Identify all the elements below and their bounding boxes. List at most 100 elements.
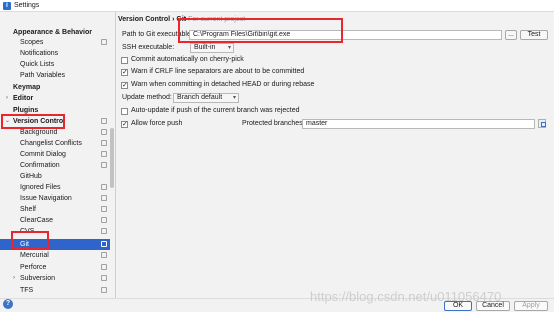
project-scope-icon bbox=[101, 140, 107, 146]
breadcrumb-scope: For current project bbox=[188, 16, 246, 23]
tree-item-confirmation[interactable]: Confirmation bbox=[0, 160, 110, 171]
tree-item-path-variables[interactable]: Path Variables bbox=[0, 70, 110, 81]
chevron-right-icon[interactable]: › bbox=[6, 93, 8, 104]
tree-item-version-control[interactable]: ⌄ Version Control bbox=[0, 116, 110, 127]
tree-item-label: TFS bbox=[20, 287, 34, 294]
tree-item-label: Notifications bbox=[20, 50, 59, 57]
tree-item-git[interactable]: Git bbox=[0, 239, 110, 250]
tree-item-label: Mercurial bbox=[20, 252, 49, 259]
test-button[interactable]: Test bbox=[520, 30, 548, 40]
tree-item-background[interactable]: Background bbox=[0, 127, 110, 138]
auto-update-label: Auto-update if push of the current branc… bbox=[131, 107, 300, 114]
tree-item-label: Confirmation bbox=[20, 162, 60, 169]
project-scope-icon bbox=[101, 275, 107, 281]
tree-item-editor[interactable]: › Editor bbox=[0, 93, 110, 104]
tree-item-perforce[interactable]: Perforce bbox=[0, 262, 110, 273]
tree-item-label: Keymap bbox=[13, 84, 41, 91]
tree-item-label: Background bbox=[20, 129, 58, 136]
title-bar: I Settings bbox=[0, 0, 554, 12]
project-scope-icon bbox=[101, 39, 107, 45]
tree-item-label: Issue Navigation bbox=[20, 195, 72, 202]
chevron-down-icon: ▾ bbox=[227, 45, 231, 51]
project-scope-icon bbox=[101, 217, 107, 223]
ssh-executable-select[interactable]: Built-in ▾ bbox=[190, 43, 234, 53]
warn-detached-head-checkbox[interactable] bbox=[121, 81, 128, 89]
watermark-text: https://blog.csdn.net/u011056470 bbox=[310, 289, 502, 304]
update-method-select[interactable]: Branch default ▾ bbox=[173, 93, 239, 103]
ssh-executable-label: SSH executable: bbox=[122, 44, 175, 51]
warn-crlf-label: Warn if CRLF line separators are about t… bbox=[131, 68, 305, 75]
tree-item-label: Git bbox=[20, 241, 29, 248]
chevron-right-icon[interactable]: › bbox=[13, 273, 15, 284]
breadcrumb-page: Git bbox=[176, 16, 187, 23]
commit-cherry-pick-label: Commit automatically on cherry-pick bbox=[131, 56, 244, 63]
tree-item-label: Commit Dialog bbox=[20, 151, 66, 158]
project-scope-icon bbox=[101, 252, 107, 258]
tree-item-github[interactable]: GitHub bbox=[0, 171, 110, 182]
warn-detached-head-label: Warn when committing in detached HEAD or… bbox=[131, 81, 315, 88]
tree-item-issue-navigation[interactable]: Issue Navigation bbox=[0, 193, 110, 204]
warn-crlf-checkbox[interactable] bbox=[121, 68, 128, 76]
browse-button[interactable]: ... bbox=[505, 30, 517, 40]
expand-field-icon[interactable] bbox=[538, 119, 546, 128]
project-scope-icon bbox=[101, 162, 107, 168]
tree-item-label: CVS bbox=[20, 228, 35, 235]
tree-item-label: Plugins bbox=[13, 107, 39, 114]
project-scope-icon bbox=[101, 241, 107, 247]
ssh-executable-value: Built-in bbox=[194, 44, 216, 51]
protected-branches-field[interactable]: master bbox=[302, 119, 535, 129]
project-scope-icon bbox=[101, 195, 107, 201]
project-scope-icon bbox=[101, 151, 107, 157]
tree-item-label: Editor bbox=[13, 95, 34, 102]
chevron-down-icon[interactable]: ⌄ bbox=[5, 116, 10, 127]
tree-item-mercurial[interactable]: Mercurial bbox=[0, 250, 110, 261]
tree-item-scopes[interactable]: Scopes bbox=[0, 37, 110, 48]
git-settings-panel: Version Control › Git For current projec… bbox=[117, 12, 554, 298]
apply-button[interactable]: Apply bbox=[514, 301, 548, 311]
tree-item-shelf[interactable]: Shelf bbox=[0, 204, 110, 215]
tree-item-label: GitHub bbox=[20, 173, 42, 180]
project-scope-icon bbox=[101, 129, 107, 135]
tree-item-label: Ignored Files bbox=[20, 184, 61, 191]
chevron-down-icon: ▾ bbox=[232, 95, 236, 101]
project-scope-icon bbox=[101, 184, 107, 190]
protected-branches-label: Protected branches: bbox=[242, 120, 305, 127]
tree-item-clearcase[interactable]: ClearCase bbox=[0, 215, 110, 226]
tree-item-label: Version Control bbox=[13, 118, 66, 125]
tree-item-quick-lists[interactable]: Quick Lists bbox=[0, 59, 110, 70]
project-scope-icon bbox=[101, 206, 107, 212]
auto-update-checkbox[interactable] bbox=[121, 108, 128, 115]
allow-force-push-label: Allow force push bbox=[131, 120, 183, 127]
tree-item-label: Quick Lists bbox=[20, 61, 55, 68]
tree-item-label: Subversion bbox=[20, 275, 56, 282]
allow-force-push-checkbox[interactable] bbox=[121, 120, 128, 128]
breadcrumb-section: Version Control bbox=[118, 16, 171, 23]
update-method-value: Branch default bbox=[177, 94, 223, 101]
breadcrumb: Version Control › Git For current projec… bbox=[118, 16, 245, 23]
git-path-label: Path to Git executable: bbox=[122, 31, 193, 38]
sidebar-scrollbar[interactable] bbox=[110, 128, 114, 188]
tree-item-ignored-files[interactable]: Ignored Files bbox=[0, 182, 110, 193]
git-path-field[interactable]: C:\Program Files\Git\bin\git.exe bbox=[189, 30, 502, 40]
window-title: Settings bbox=[14, 2, 40, 9]
tree-item-commit-dialog[interactable]: Commit Dialog bbox=[0, 149, 110, 160]
tree-item-label: Scopes bbox=[20, 39, 44, 46]
settings-tree: Appearance & Behavior Scopes Notificatio… bbox=[0, 12, 116, 298]
tree-item-cvs[interactable]: CVS bbox=[0, 226, 110, 237]
tree-item-tfs[interactable]: TFS bbox=[0, 285, 110, 296]
help-icon[interactable]: ? bbox=[3, 299, 13, 309]
project-scope-icon bbox=[101, 264, 107, 270]
tree-item-label: Shelf bbox=[20, 206, 36, 213]
tree-item-changelist-conflicts[interactable]: Changelist Conflicts bbox=[0, 138, 110, 149]
tree-item-keymap[interactable]: Keymap bbox=[0, 82, 110, 93]
tree-item-notifications[interactable]: Notifications bbox=[0, 48, 110, 59]
app-icon: I bbox=[3, 2, 11, 10]
tree-item-label: Changelist Conflicts bbox=[20, 140, 82, 147]
commit-cherry-pick-checkbox[interactable] bbox=[121, 57, 128, 64]
tree-item-subversion[interactable]: › Subversion bbox=[0, 273, 110, 284]
tree-item-plugins[interactable]: Plugins bbox=[0, 105, 110, 116]
project-scope-icon bbox=[101, 287, 107, 293]
update-method-label: Update method: bbox=[122, 94, 172, 101]
project-scope-icon bbox=[101, 118, 107, 124]
breadcrumb-separator: › bbox=[172, 16, 175, 23]
